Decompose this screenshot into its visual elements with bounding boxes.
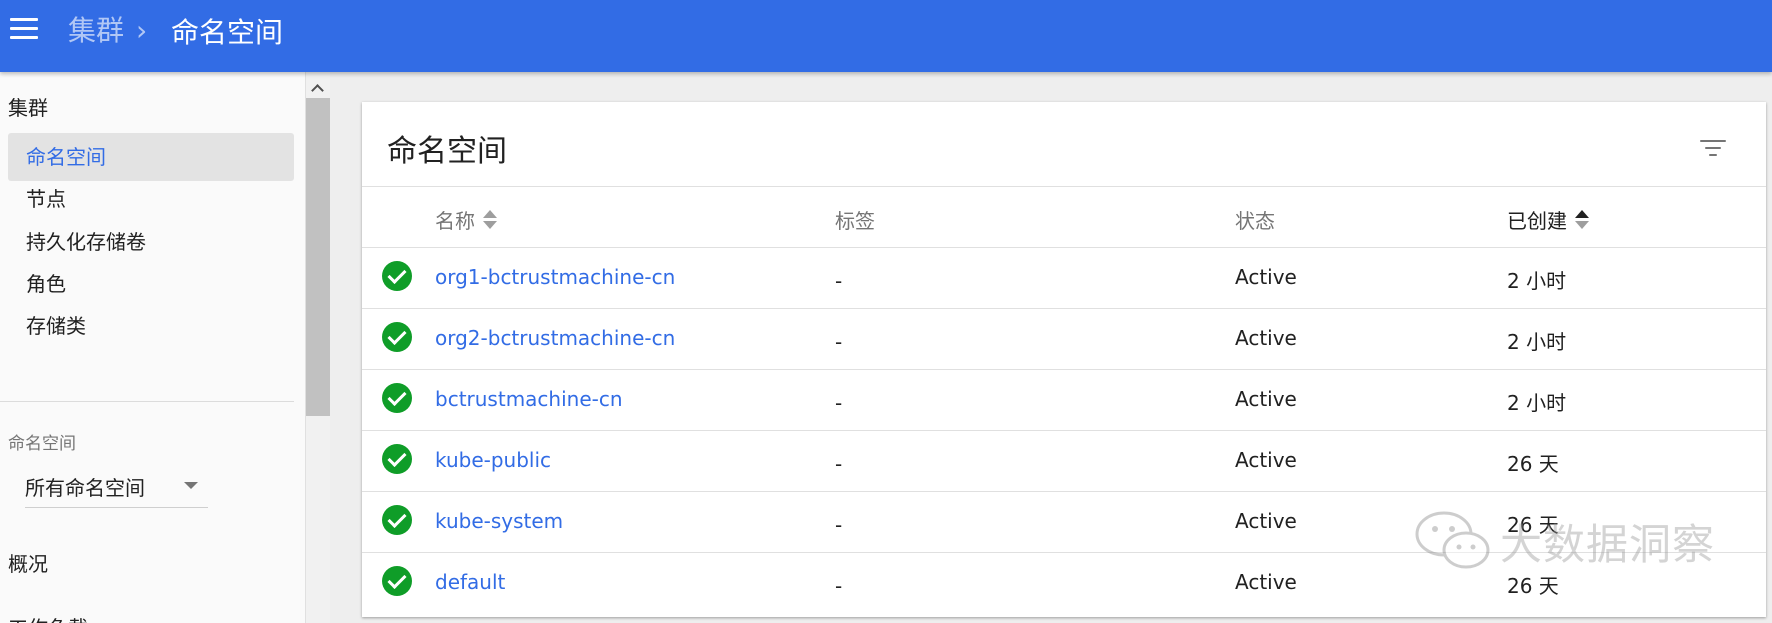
breadcrumb-current-page: 命名空间 xyxy=(171,16,284,49)
namespace-labels: - xyxy=(835,330,843,354)
sidebar-item-persistent-volumes[interactable]: 持久化存储卷 xyxy=(8,218,294,266)
namespace-select-value: 所有命名空间 xyxy=(25,476,145,500)
table-header: 名称 标签 状态 已创建 xyxy=(362,186,1766,248)
namespace-name-link[interactable]: default xyxy=(435,570,505,594)
namespace-select[interactable]: 所有命名空间 xyxy=(25,466,208,508)
sidebar-scrollbar[interactable] xyxy=(306,72,330,623)
sidebar-section-overview[interactable]: 概况 xyxy=(8,548,48,577)
sidebar-item-nodes[interactable]: 节点 xyxy=(8,175,294,223)
namespace-labels: - xyxy=(835,452,843,476)
check-circle-icon xyxy=(382,383,412,413)
namespace-name-link[interactable]: org2-bctrustmachine-cn xyxy=(435,326,675,350)
sidebar-item-storage-classes[interactable]: 存储类 xyxy=(8,302,294,350)
namespace-age: 26 天 xyxy=(1507,513,1559,537)
namespace-status: Active xyxy=(1235,570,1297,594)
namespace-status: Active xyxy=(1235,448,1297,472)
check-circle-icon xyxy=(382,566,412,596)
sidebar-section-cluster[interactable]: 集群 xyxy=(8,92,48,121)
hamburger-menu-icon[interactable] xyxy=(2,8,44,48)
namespace-age: 2 小时 xyxy=(1507,269,1567,293)
table-row: org2-bctrustmachine-cn - Active 2 小时 xyxy=(362,309,1766,370)
namespace-selector-label: 命名空间 xyxy=(8,434,76,454)
check-circle-icon xyxy=(382,322,412,352)
column-header-name-label: 名称 xyxy=(435,209,475,233)
namespace-status: Active xyxy=(1235,509,1297,533)
table-row: org1-bctrustmachine-cn - Active 2 小时 xyxy=(362,248,1766,309)
column-header-status: 状态 xyxy=(1235,209,1275,233)
namespace-name-link[interactable]: bctrustmachine-cn xyxy=(435,387,623,411)
namespaces-card: 命名空间 名称 标签 状态 已创建 org1-bctrustmachine-cn… xyxy=(362,102,1766,617)
column-header-created[interactable]: 已创建 xyxy=(1507,205,1589,234)
column-header-created-label: 已创建 xyxy=(1507,209,1567,233)
chevron-right-icon: › xyxy=(136,14,148,47)
namespace-name-link[interactable]: kube-system xyxy=(435,509,563,533)
namespace-status: Active xyxy=(1235,326,1297,350)
namespace-labels: - xyxy=(835,574,843,598)
breadcrumb-cluster-link[interactable]: 集群 xyxy=(68,12,124,50)
namespace-status: Active xyxy=(1235,387,1297,411)
table-row: kube-system - Active 26 天 xyxy=(362,492,1766,553)
card-title: 命名空间 xyxy=(387,134,507,169)
check-circle-icon xyxy=(382,505,412,535)
namespace-labels: - xyxy=(835,513,843,537)
namespace-age: 2 小时 xyxy=(1507,391,1567,415)
sort-ascending-icon xyxy=(1575,209,1589,231)
namespace-name-link[interactable]: kube-public xyxy=(435,448,551,472)
sidebar-item-roles[interactable]: 角色 xyxy=(8,260,294,308)
sidebar-divider xyxy=(0,401,294,402)
sidebar-nav: 集群 命名空间 节点 持久化存储卷 角色 存储类 命名空间 所有命名空间 概况 … xyxy=(0,72,306,623)
namespace-age: 26 天 xyxy=(1507,574,1559,598)
filter-list-icon[interactable] xyxy=(1692,128,1732,168)
namespace-status: Active xyxy=(1235,265,1297,289)
sidebar-section-workloads[interactable]: 工作负载 xyxy=(8,612,88,623)
scrollbar-thumb[interactable] xyxy=(306,98,330,416)
namespace-labels: - xyxy=(835,391,843,415)
column-header-labels: 标签 xyxy=(835,209,875,233)
scroll-up-arrow-icon[interactable] xyxy=(311,82,325,96)
sidebar-item-namespaces[interactable]: 命名空间 xyxy=(8,133,294,181)
top-app-bar: 集群 › 命名空间 xyxy=(0,0,1772,72)
namespace-age: 26 天 xyxy=(1507,452,1559,476)
table-row: kube-public - Active 26 天 xyxy=(362,431,1766,492)
namespace-age: 2 小时 xyxy=(1507,330,1567,354)
table-row: bctrustmachine-cn - Active 2 小时 xyxy=(362,370,1766,431)
namespace-name-link[interactable]: org1-bctrustmachine-cn xyxy=(435,265,675,289)
check-circle-icon xyxy=(382,261,412,291)
sort-icon xyxy=(483,209,497,231)
column-header-name[interactable]: 名称 xyxy=(435,205,497,234)
namespace-labels: - xyxy=(835,269,843,293)
dropdown-arrow-icon xyxy=(184,482,198,489)
check-circle-icon xyxy=(382,444,412,474)
table-row: default - Active 26 天 xyxy=(362,553,1766,614)
